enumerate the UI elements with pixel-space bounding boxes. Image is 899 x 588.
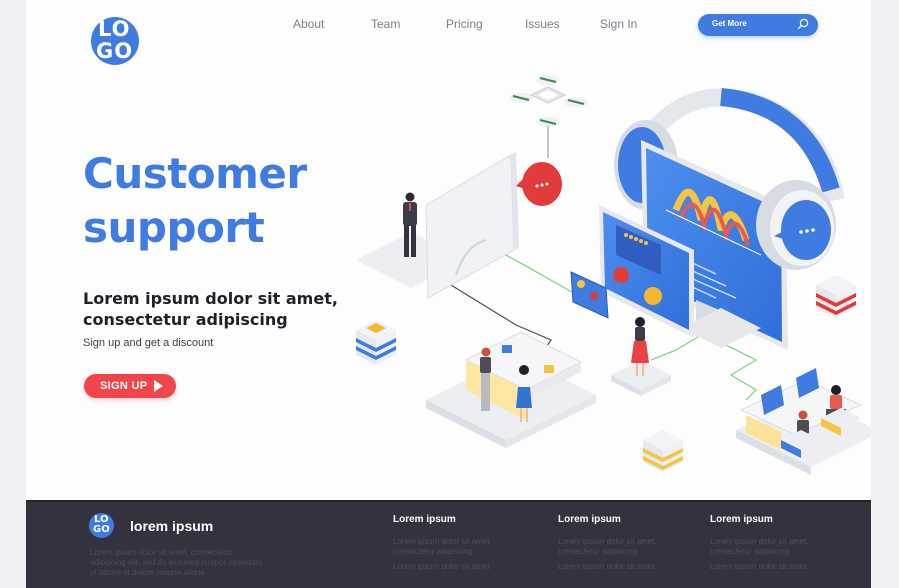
page-title: Customer support — [83, 147, 307, 255]
title-line-1: Customer — [83, 149, 307, 198]
search-icon[interactable] — [797, 18, 809, 30]
box-stack-yellow — [643, 430, 683, 472]
white-monitor — [425, 152, 519, 299]
box-stack-red — [816, 275, 856, 318]
landing-page: LO GO About Team Pricing Issues Sign In … — [26, 0, 871, 588]
drone — [509, 75, 588, 158]
red-chat-bubble — [516, 162, 562, 206]
get-more-search[interactable]: Get More — [698, 14, 818, 36]
sign-up-button[interactable]: SIGN UP — [84, 374, 176, 398]
footer-column-title: Lorem ipsum — [710, 514, 773, 525]
footer-logo-text-bottom: GO — [93, 524, 110, 535]
footer-link[interactable]: Lorem ipsum dolor sit amet — [393, 562, 513, 572]
footer: LO GO lorem ipsum Lorem ipsum dolor sit … — [26, 500, 871, 588]
cable-green-3 — [725, 344, 758, 401]
footer-link[interactable]: Lorem ipsum dolor sit amet, consectetur … — [710, 537, 830, 557]
nav-issues[interactable]: Issues — [525, 17, 560, 31]
footer-description: Lorem ipsum dolor sit amet, consectetur … — [90, 548, 263, 577]
footer-link[interactable]: Lorem ipsum dolor sit amet — [710, 562, 830, 572]
footer-link[interactable]: Lorem ipsum dolor sit amet, consectetur … — [393, 537, 513, 557]
headset-ear-cup-right — [756, 180, 836, 270]
footer-column-3: Lorem ipsum Lorem ipsum dolor sit amet, … — [710, 514, 830, 572]
play-icon — [154, 380, 163, 392]
subtitle-line-1: Lorem ipsum dolor sit amet, — [83, 289, 338, 308]
logo-text-top: LO — [98, 17, 131, 41]
nav-team[interactable]: Team — [371, 17, 400, 31]
footer-link[interactable]: Lorem ipsum dolor sit amet, consectetur … — [558, 537, 678, 557]
nav-about[interactable]: About — [293, 17, 324, 31]
platform-woman — [611, 360, 671, 396]
logo-text-bottom: GO — [96, 39, 134, 63]
footer-column-title: Lorem ipsum — [393, 514, 456, 525]
footer-column-2: Lorem ipsum Lorem ipsum dolor sit amet, … — [558, 514, 678, 572]
box-stack-blue — [356, 320, 396, 365]
footer-logo[interactable]: LO GO — [89, 513, 114, 538]
footer-column-1: Lorem ipsum Lorem ipsum dolor sit amet, … — [393, 514, 513, 572]
customer-support-illustration — [356, 75, 871, 475]
sign-up-label: SIGN UP — [100, 380, 148, 392]
footer-link[interactable]: Lorem ipsum dolor sit amet — [558, 562, 678, 572]
hero-subtitle: Lorem ipsum dolor sit amet, consectetur … — [83, 288, 338, 330]
search-label: Get More — [712, 19, 747, 28]
nav-pricing[interactable]: Pricing — [446, 17, 483, 31]
nav-sign-in[interactable]: Sign In — [600, 17, 637, 31]
logo[interactable]: LO GO — [91, 17, 139, 65]
subtitle-line-2: consectetur adipiscing — [83, 310, 288, 329]
title-line-2: support — [83, 203, 265, 252]
footer-brand: lorem ipsum — [130, 518, 214, 534]
hero-note: Sign up and get a discount — [83, 337, 214, 349]
footer-column-title: Lorem ipsum — [558, 514, 621, 525]
